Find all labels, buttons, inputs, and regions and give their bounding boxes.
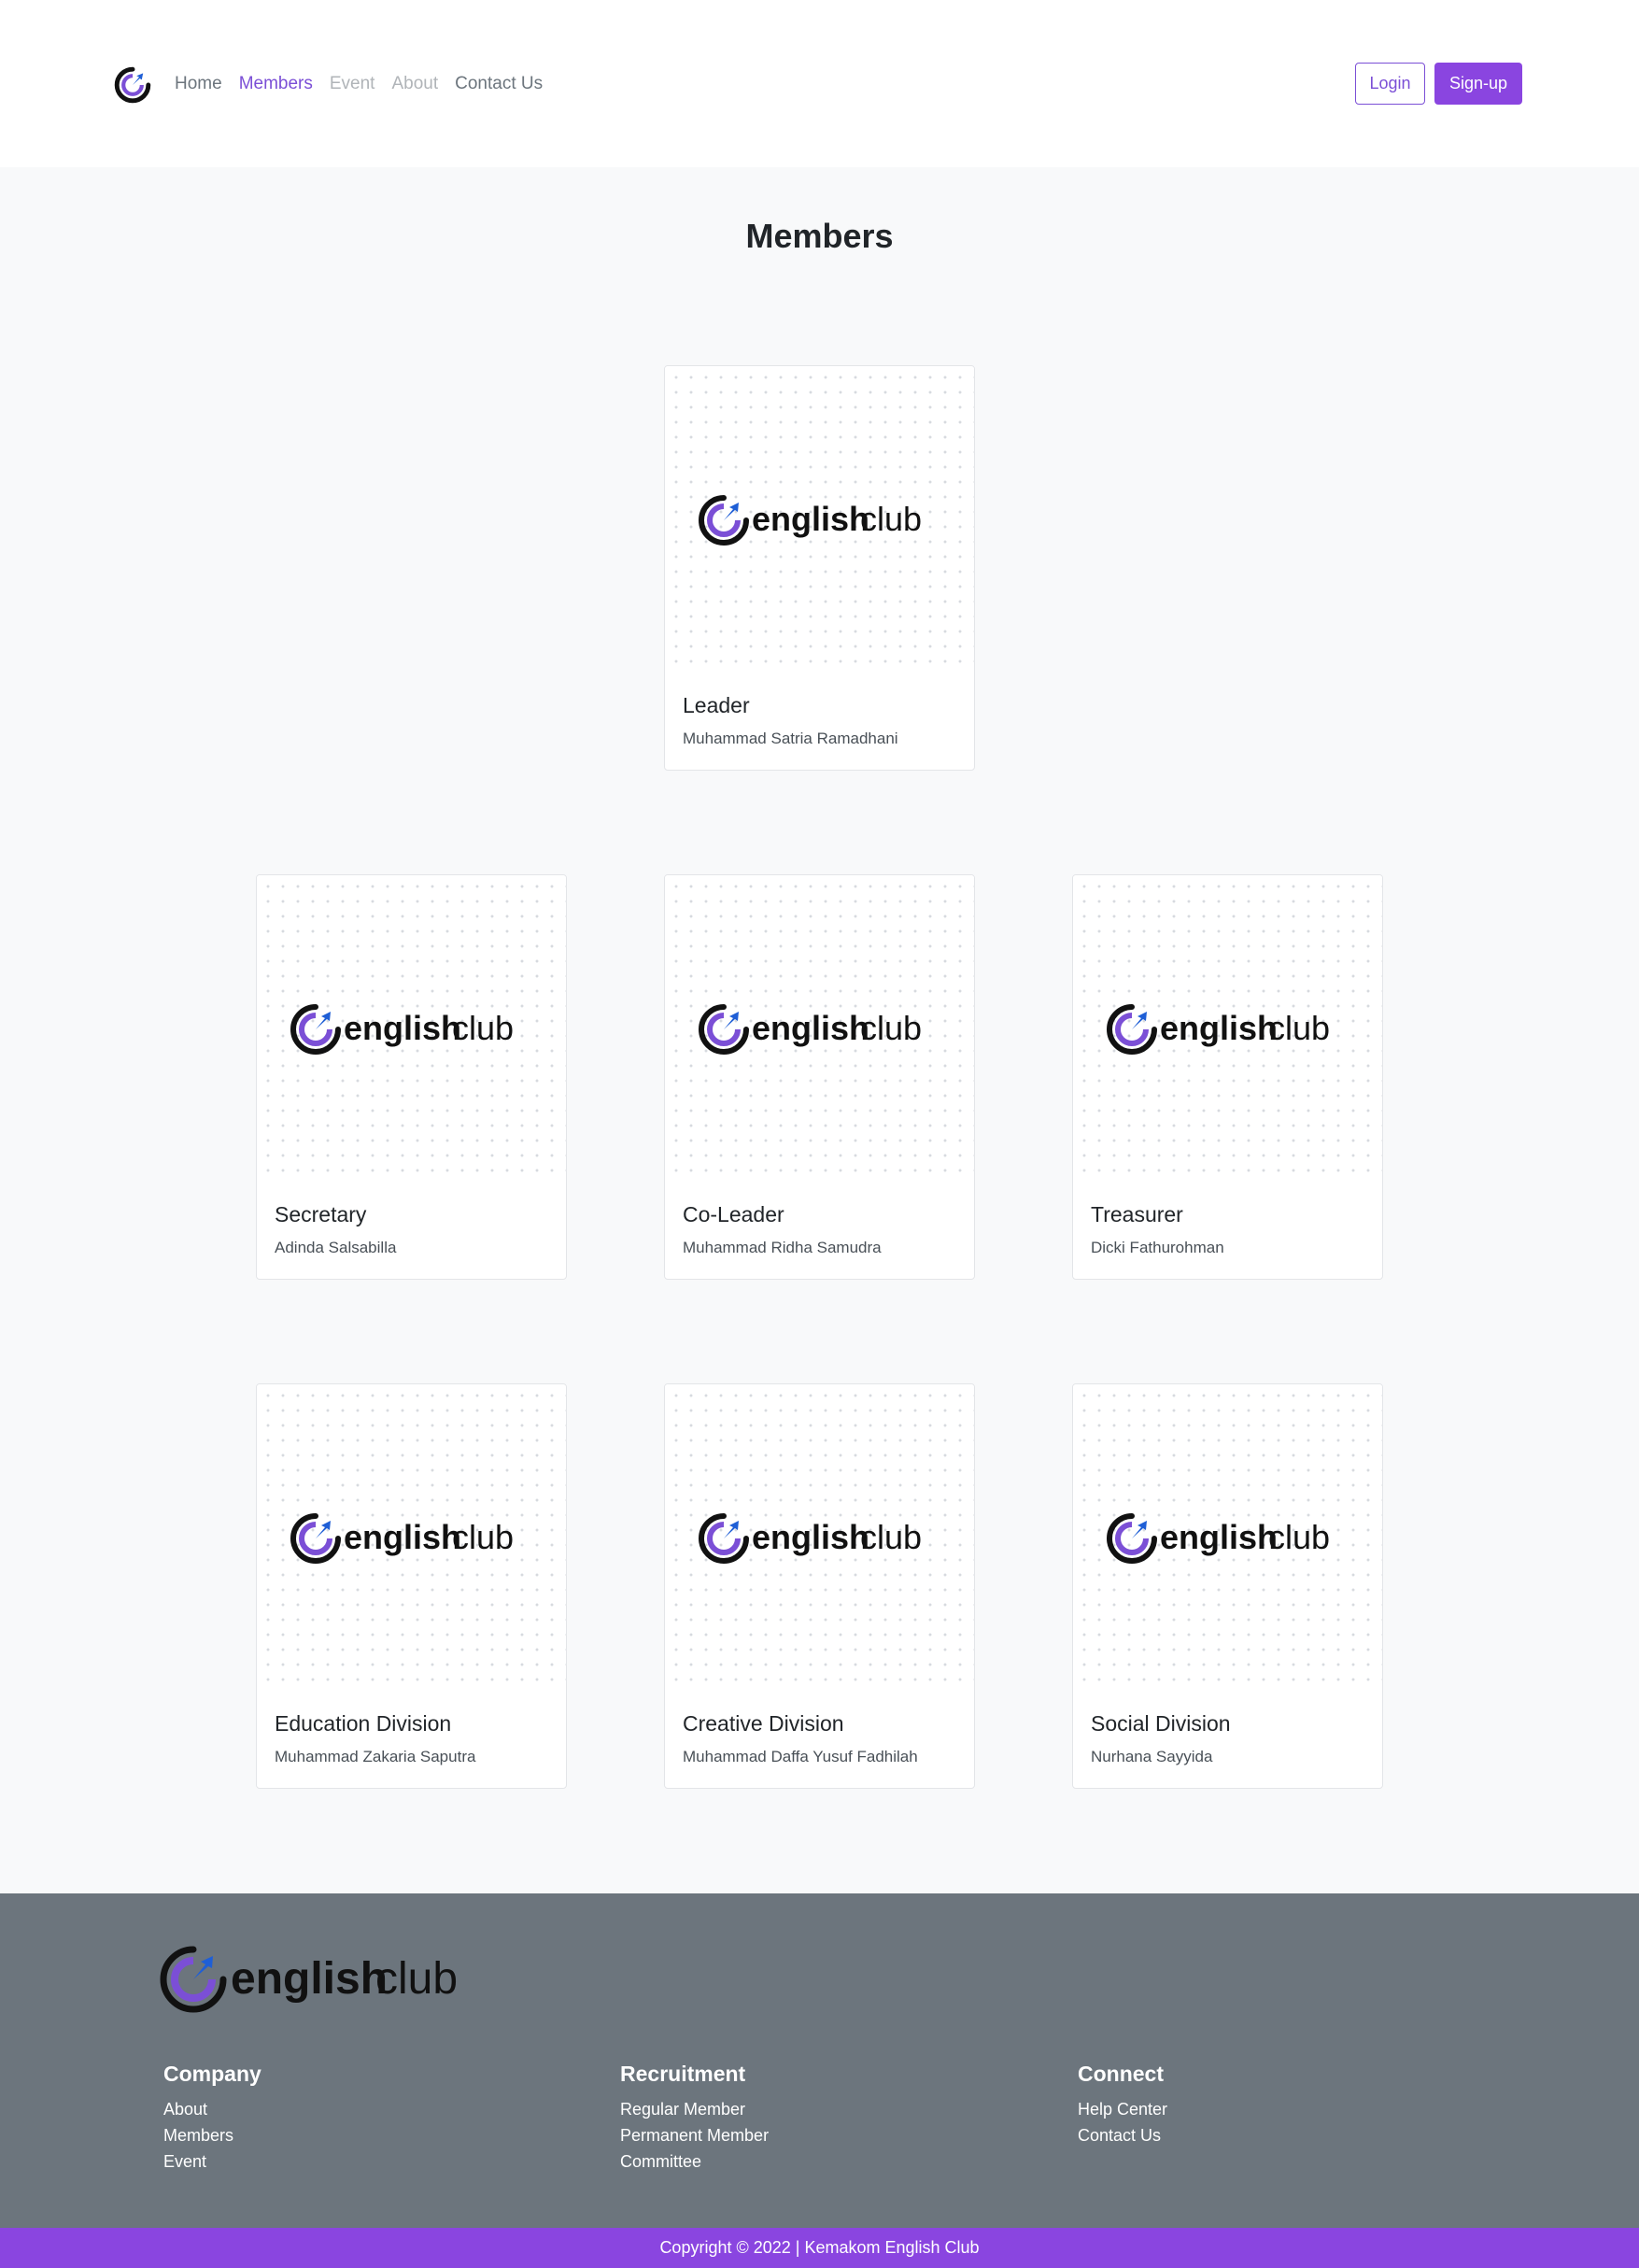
footer-column-recruitment: Recruitment Regular Member Permanent Mem…: [620, 2062, 769, 2175]
englishclub-footer-logo[interactable]: english club: [158, 1943, 487, 2018]
member-card-image: english club: [665, 366, 974, 671]
footer-link-regular-member[interactable]: Regular Member: [620, 2096, 769, 2122]
member-name: Adinda Salsabilla: [275, 1239, 397, 1256]
member-name: Nurhana Sayyida: [1091, 1748, 1213, 1765]
nav-link-members[interactable]: Members: [239, 72, 313, 96]
englishclub-logo: english club: [1107, 1004, 1330, 1055]
nav-links: Home Members Event About Contact Us: [175, 72, 559, 96]
member-role: Social Division: [1091, 1711, 1231, 1736]
member-role: Co-Leader: [683, 1202, 784, 1226]
englishclub-logo: english club: [699, 495, 922, 546]
member-role: Leader: [683, 693, 750, 717]
logo-word-bold: english: [752, 1009, 869, 1047]
footer-column-connect: Connect Help Center Contact Us: [1078, 2062, 1167, 2148]
footer-heading: Recruitment: [620, 2062, 746, 2086]
logo-word-light: club: [375, 1954, 458, 2004]
member-role: Secretary: [275, 1202, 367, 1226]
logo-word-bold: english: [231, 1954, 388, 2004]
logo-word-light: club: [860, 500, 922, 538]
nav-link-home[interactable]: Home: [175, 72, 222, 96]
member-card-co-leader[interactable]: english club Co-Leader Muhammad Ridha Sa…: [664, 874, 975, 1280]
logo-word-light: club: [1268, 1518, 1330, 1556]
member-name: Muhammad Zakaria Saputra: [275, 1748, 476, 1765]
navbar: Home Members Event About Contact Us Logi…: [0, 0, 1639, 167]
nav-link-event[interactable]: Event: [330, 72, 375, 96]
member-role: Treasurer: [1091, 1202, 1183, 1226]
logo-word-light: club: [452, 1009, 514, 1047]
logo-word-bold: english: [344, 1009, 461, 1047]
login-button[interactable]: Login: [1355, 63, 1425, 105]
member-card-education-division[interactable]: english club Education Division Muhammad…: [256, 1383, 567, 1789]
signup-button[interactable]: Sign-up: [1434, 63, 1522, 105]
logo-word-light: club: [452, 1518, 514, 1556]
member-name: Dicki Fathurohman: [1091, 1239, 1224, 1256]
member-card-creative-division[interactable]: english club Creative Division Muhammad …: [664, 1383, 975, 1789]
logo-word-light: club: [860, 1518, 922, 1556]
member-card-image: english club: [665, 1384, 974, 1689]
englishclub-logo: english club: [1107, 1513, 1330, 1564]
nav-link-about[interactable]: About: [391, 72, 438, 96]
logo-word-bold: english: [1160, 1009, 1278, 1047]
logo-word-bold: english: [344, 1518, 461, 1556]
nav-link-contact-us[interactable]: Contact Us: [455, 72, 543, 96]
logo-word-bold: english: [752, 500, 869, 538]
footer-link-members[interactable]: Members: [163, 2122, 261, 2148]
englishclub-logo: english club: [699, 1513, 922, 1564]
footer-link-contact-us[interactable]: Contact Us: [1078, 2122, 1167, 2148]
member-card-treasurer[interactable]: english club Treasurer Dicki Fathurohman: [1072, 874, 1383, 1280]
logo-word-light: club: [860, 1009, 922, 1047]
member-role: Education Division: [275, 1711, 452, 1736]
page-title: Members: [745, 217, 894, 255]
member-card-image: english club: [665, 875, 974, 1180]
member-card-image: english club: [257, 1384, 566, 1689]
member-name: Muhammad Satria Ramadhani: [683, 730, 898, 747]
member-card-leader[interactable]: english club Leader Muhammad Satria Rama…: [664, 365, 975, 771]
member-card-image: english club: [1073, 875, 1382, 1180]
englishclub-logo-icon[interactable]: [113, 65, 152, 105]
member-name: Muhammad Ridha Samudra: [683, 1239, 882, 1256]
englishclub-logo: english club: [699, 1004, 922, 1055]
footer-link-help-center[interactable]: Help Center: [1078, 2096, 1167, 2122]
footer-link-about[interactable]: About: [163, 2096, 261, 2122]
logo-word-bold: english: [1160, 1518, 1278, 1556]
englishclub-logo: english club: [290, 1004, 514, 1055]
member-role: Creative Division: [683, 1711, 844, 1736]
logo-word-light: club: [1268, 1009, 1330, 1047]
member-card-image: english club: [1073, 1384, 1382, 1689]
member-name: Muhammad Daffa Yusuf Fadhilah: [683, 1748, 918, 1765]
footer: english club Company About Members Event…: [0, 1893, 1639, 2228]
footer-column-company: Company About Members Event: [163, 2062, 261, 2175]
member-card-social-division[interactable]: english club Social Division Nurhana Say…: [1072, 1383, 1383, 1789]
copyright-bar: Copyright © 2022 | Kemakom English Club: [0, 2228, 1639, 2268]
copyright-text: Copyright © 2022 | Kemakom English Club: [659, 2238, 980, 2257]
member-card-secretary[interactable]: english club Secretary Adinda Salsabilla: [256, 874, 567, 1280]
englishclub-logo: english club: [290, 1513, 514, 1564]
footer-link-permanent-member[interactable]: Permanent Member: [620, 2122, 769, 2148]
footer-heading: Company: [163, 2062, 261, 2086]
footer-link-event[interactable]: Event: [163, 2148, 261, 2175]
footer-link-committee[interactable]: Committee: [620, 2148, 769, 2175]
footer-heading: Connect: [1078, 2062, 1164, 2086]
member-card-image: english club: [257, 875, 566, 1180]
logo-word-bold: english: [752, 1518, 869, 1556]
